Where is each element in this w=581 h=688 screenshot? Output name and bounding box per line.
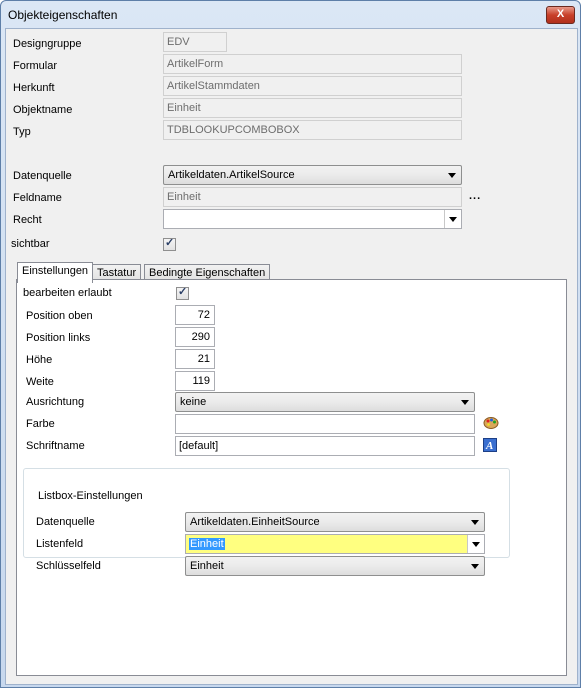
datenquelle-label: Datenquelle bbox=[13, 170, 72, 182]
bearbeiten-checkbox[interactable] bbox=[176, 285, 189, 300]
title-bar[interactable]: Objekteigenschaften X bbox=[1, 1, 580, 29]
weite-field[interactable]: 119 bbox=[175, 371, 215, 391]
objektname-label: Objektname bbox=[13, 104, 73, 116]
ausrichtung-label: Ausrichtung bbox=[26, 396, 85, 408]
position-oben-field[interactable]: 72 bbox=[175, 305, 215, 325]
position-links-field[interactable]: 290 bbox=[175, 327, 215, 347]
palette-icon[interactable] bbox=[483, 416, 499, 430]
feldname-browse-button[interactable]: ... bbox=[469, 190, 481, 202]
window-title: Objekteigenschaften bbox=[8, 8, 118, 22]
recht-combo[interactable] bbox=[163, 209, 462, 229]
schriftname-field[interactable]: [default] bbox=[175, 436, 475, 456]
chevron-down-icon bbox=[471, 564, 479, 569]
herkunft-field[interactable]: ArtikelStammdaten bbox=[163, 76, 462, 96]
feldname-field[interactable]: Einheit bbox=[163, 187, 462, 207]
sichtbar-label: sichtbar bbox=[11, 238, 50, 250]
listenfeld-label: Listenfeld bbox=[36, 538, 84, 550]
farbe-field[interactable] bbox=[175, 414, 475, 434]
listbox-datenquelle-label: Datenquelle bbox=[36, 516, 95, 528]
recht-dropdown-button[interactable] bbox=[444, 210, 461, 228]
chevron-down-icon bbox=[448, 173, 456, 178]
sichtbar-checkbox[interactable] bbox=[163, 236, 176, 251]
position-oben-label: Position oben bbox=[26, 310, 93, 322]
schluesselfeld-value: Einheit bbox=[190, 560, 224, 572]
bearbeiten-label: bearbeiten erlaubt bbox=[23, 287, 112, 299]
close-button[interactable]: X bbox=[546, 6, 575, 24]
schriftname-label: Schriftname bbox=[26, 440, 85, 452]
farbe-label: Farbe bbox=[26, 418, 55, 430]
designgruppe-label: Designgruppe bbox=[13, 38, 82, 50]
datenquelle-value: Artikeldaten.ArtikelSource bbox=[168, 169, 295, 181]
svg-text:A: A bbox=[485, 440, 493, 452]
typ-field[interactable]: TDBLOOKUPCOMBOBOX bbox=[163, 120, 462, 140]
listbox-datenquelle-combo[interactable]: Artikeldaten.EinheitSource bbox=[185, 512, 485, 532]
formular-label: Formular bbox=[13, 60, 58, 72]
ausrichtung-value: keine bbox=[180, 396, 207, 408]
schluesselfeld-label: Schlüsselfeld bbox=[36, 560, 101, 572]
typ-label: Typ bbox=[13, 126, 31, 138]
listenfeld-dropdown-button[interactable] bbox=[467, 535, 484, 553]
objektname-field[interactable]: Einheit bbox=[163, 98, 462, 118]
hoehe-label: Höhe bbox=[26, 354, 53, 366]
ausrichtung-combo[interactable]: keine bbox=[175, 392, 475, 412]
listbox-datenquelle-value: Artikeldaten.EinheitSource bbox=[190, 516, 320, 528]
listenfeld-combo[interactable]: Einheit bbox=[185, 534, 485, 554]
feldname-label: Feldname bbox=[13, 192, 62, 204]
chevron-down-icon bbox=[472, 542, 480, 547]
tab-einstellungen[interactable]: Einstellungen bbox=[17, 262, 94, 283]
font-icon[interactable]: A bbox=[483, 438, 497, 452]
properties-window: Objekteigenschaften X Designgruppe EDV F… bbox=[0, 0, 581, 688]
listbox-settings-title: Listbox-Einstellungen bbox=[35, 490, 146, 502]
chevron-down-icon bbox=[471, 520, 479, 525]
weite-label: Weite bbox=[26, 376, 54, 388]
chevron-down-icon bbox=[449, 217, 457, 222]
datenquelle-combo[interactable]: Artikeldaten.ArtikelSource bbox=[163, 165, 462, 185]
herkunft-label: Herkunft bbox=[13, 82, 55, 94]
position-links-label: Position links bbox=[26, 332, 91, 344]
listenfeld-value[interactable]: Einheit bbox=[189, 538, 225, 550]
schluesselfeld-combo[interactable]: Einheit bbox=[185, 556, 485, 576]
formular-field[interactable]: ArtikelForm bbox=[163, 54, 462, 74]
designgruppe-field[interactable]: EDV bbox=[163, 32, 227, 52]
hoehe-field[interactable]: 21 bbox=[175, 349, 215, 369]
recht-label: Recht bbox=[13, 214, 42, 226]
chevron-down-icon bbox=[461, 400, 469, 405]
